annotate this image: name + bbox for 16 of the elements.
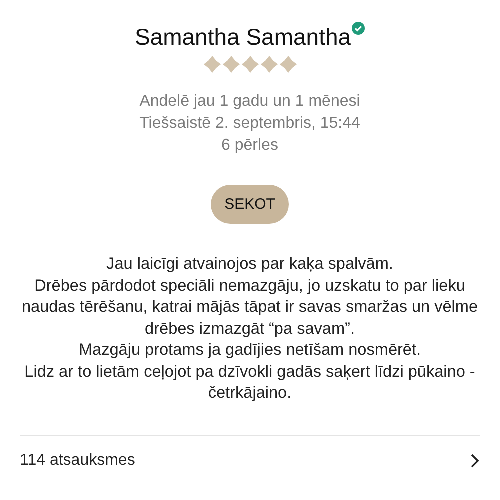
user-name: Samantha Samantha xyxy=(134,23,352,52)
star-icon xyxy=(222,55,240,74)
star-icon xyxy=(278,55,298,74)
follow-button[interactable]: SEKOT xyxy=(211,185,289,224)
star-icon xyxy=(202,55,222,74)
profile-detail: 6 pērles xyxy=(222,136,278,156)
star-icon xyxy=(260,55,278,74)
bio-text: Lidz ar to lietām ceļojot pa dzīvokli gadās saķert līdzi pūkaino - četrkājaino. xyxy=(24,362,476,404)
bio-text: Mazgāju protams ja gadījies netīšam nosmērēt. xyxy=(78,340,422,361)
reviews-link[interactable]: 114 atsauksmes xyxy=(20,452,136,470)
profile-detail: Tiešsaistē 2. septembris, 15:44 xyxy=(140,114,360,134)
star-icon xyxy=(240,55,260,74)
chevron-right-icon[interactable] xyxy=(470,452,480,468)
profile-detail: Andelē jau 1 gadu un 1 mēnesi xyxy=(140,92,360,112)
bio-text: Jau laicīgi atvainojos par kaķa spalvām. xyxy=(106,254,394,275)
bio-text: Drēbes pārdodot speciāli nemazgāju, jo uzskatu to par lieku naudas tērēšanu, katrai mājās tāpat ir savas smaržas un vēlme drēbes izmazgāt “pa savam”. xyxy=(20,276,480,340)
